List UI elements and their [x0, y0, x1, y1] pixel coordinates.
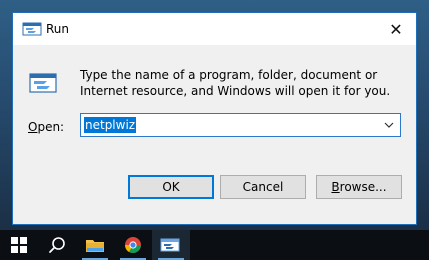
- chrome-icon[interactable]: [114, 230, 152, 260]
- run-dialog: Run ✕ Type the name of a program, folder…: [12, 12, 417, 225]
- browse-mnemonic: B: [331, 180, 340, 194]
- browse-label-rest: rowse...: [339, 180, 387, 194]
- file-explorer-icon[interactable]: [76, 230, 114, 260]
- run-app-icon: [22, 22, 42, 36]
- ok-button[interactable]: OK: [128, 175, 214, 199]
- open-combobox[interactable]: netplwiz: [80, 113, 401, 137]
- title-bar[interactable]: Run ✕: [13, 13, 416, 45]
- taskbar: [0, 230, 429, 260]
- close-icon[interactable]: ✕: [376, 13, 416, 45]
- windows-start-icon[interactable]: [0, 230, 38, 260]
- chevron-down-icon[interactable]: [382, 117, 396, 133]
- search-icon[interactable]: [38, 230, 76, 260]
- open-label: Open:: [28, 119, 64, 135]
- dialog-title: Run: [46, 22, 70, 36]
- cancel-button[interactable]: Cancel: [220, 175, 306, 199]
- open-label-rest: pen:: [37, 120, 65, 134]
- open-input-value[interactable]: netplwiz: [84, 117, 137, 133]
- browse-button[interactable]: Browse...: [316, 175, 402, 199]
- run-taskbar-icon[interactable]: [152, 230, 190, 260]
- instructions-text: Type the name of a program, folder, docu…: [80, 68, 391, 98]
- run-large-icon: [29, 73, 57, 93]
